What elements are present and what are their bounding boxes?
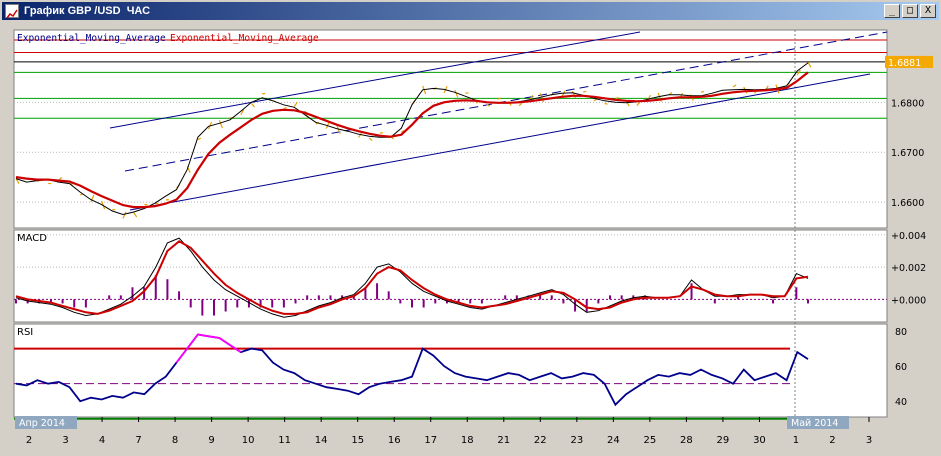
x-tick-label: 14 — [315, 435, 328, 446]
price-tick-label: 1.6800 — [891, 98, 924, 109]
x-tick-label: 24 — [607, 435, 620, 446]
x-tick-label: 30 — [753, 435, 766, 446]
rsi-title: RSI — [17, 327, 33, 338]
rsi-tick-label: 60 — [895, 362, 907, 373]
rsi-tick-label: 40 — [895, 397, 907, 408]
price-axis: 1.6600 1.6700 1.6800 1.6881 — [885, 55, 933, 209]
x-tick-label: 2 — [829, 435, 835, 446]
x-tick-label: 25 — [644, 435, 657, 446]
macd-tick-label: +0.002 — [891, 263, 926, 274]
macd-axis: +0.004 +0.002 +0.000 — [891, 231, 926, 307]
x-tick-label: 4 — [99, 435, 105, 446]
close-button[interactable]: X — [920, 4, 936, 18]
minimize-button[interactable]: _ — [884, 4, 900, 18]
month-label-left: Апр 2014 — [19, 418, 65, 429]
x-tick-label: 1 — [793, 435, 799, 446]
price-tick-label: 1.6600 — [891, 198, 924, 209]
x-tick-label: 7 — [135, 435, 141, 446]
x-tick-label: 15 — [351, 435, 364, 446]
chart-window: График GBP /USD ЧАС _ □ X 1.6600 1.6700 1.… — [0, 0, 941, 456]
x-tick-label: 10 — [242, 435, 255, 446]
macd-panel — [13, 229, 888, 323]
x-axis: 2 3 4 7 8 9 10 11 14 15 16 17 18 21 22 23 24 25 28 29 30 1 2 3А… — [15, 416, 872, 446]
x-tick-label: 2 — [26, 435, 32, 446]
macd-tick-label: +0.000 — [891, 295, 926, 306]
x-tick-label: 18 — [461, 435, 474, 446]
x-tick-label: 28 — [680, 435, 693, 446]
x-tick-label: 8 — [172, 435, 178, 446]
price-tick-label: 1.6700 — [891, 148, 924, 159]
x-tick-label: 17 — [424, 435, 437, 446]
macd-title: MACD — [17, 233, 47, 244]
x-tick-label: 3 — [866, 435, 872, 446]
x-tick-label: 29 — [717, 435, 730, 446]
x-tick-label: 11 — [278, 435, 291, 446]
chart-app-icon — [5, 4, 19, 19]
current-price-label: 1.6881 — [888, 58, 921, 69]
x-tick-label: 9 — [208, 435, 214, 446]
x-tick-label: 3 — [62, 435, 68, 446]
window-title: График GBP /USD ЧАС — [24, 5, 151, 17]
price-panel — [13, 29, 888, 229]
chart-canvas[interactable]: 1.66001.67001.68001.6881 +0.004+0.002+0.… — [0, 22, 941, 456]
rsi-tick-label: 80 — [895, 327, 907, 338]
legend-ema-1: Exponential_Moving_Average — [17, 33, 166, 44]
title-bar[interactable]: График GBP /USD ЧАС _ □ X — [2, 2, 939, 20]
rsi-axis: 80 60 40 — [895, 327, 907, 408]
x-tick-label: 23 — [570, 435, 583, 446]
x-tick-label: 16 — [388, 435, 401, 446]
macd-tick-label: +0.004 — [891, 231, 926, 242]
legend-ema-2: Exponential_Moving_Average — [170, 33, 319, 44]
restore-button[interactable]: □ — [902, 4, 918, 18]
month-label-right: Май 2014 — [791, 418, 838, 429]
x-tick-label: 22 — [534, 435, 547, 446]
x-tick-label: 21 — [497, 435, 510, 446]
